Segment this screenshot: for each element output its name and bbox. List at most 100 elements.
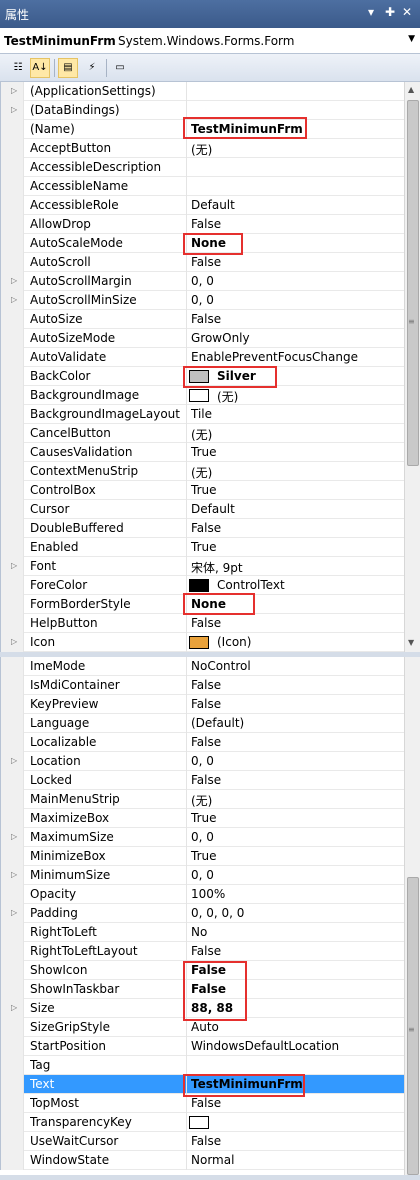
pin-icon[interactable]: ✚ [385, 5, 395, 19]
property-row-size[interactable]: ▷ Size 88, 88 [1, 999, 404, 1018]
property-row-enabled[interactable]: Enabled True [1, 538, 404, 557]
property-row-localizable[interactable]: Localizable False [1, 733, 404, 752]
property-row-help-button[interactable]: HelpButton False [1, 614, 404, 633]
scroll-down-icon[interactable]: ▼ [408, 638, 414, 647]
property-row-padding[interactable]: ▷ Padding 0, 0, 0, 0 [1, 904, 404, 923]
property-row-use-wait-cursor[interactable]: UseWaitCursor False [1, 1132, 404, 1151]
property-value[interactable]: False [191, 255, 221, 269]
property-row-auto-validate[interactable]: AutoValidate EnablePreventFocusChange [1, 348, 404, 367]
chevron-down-icon[interactable]: ▼ [408, 34, 415, 44]
property-value[interactable]: 0, 0 [191, 868, 214, 882]
expand-icon[interactable]: ▷ [11, 756, 17, 765]
property-value[interactable]: False [191, 312, 221, 326]
property-value[interactable]: False [191, 944, 221, 958]
property-row-font[interactable]: ▷ Font 宋体, 9pt [1, 557, 404, 576]
property-row-double-buffered[interactable]: DoubleBuffered False [1, 519, 404, 538]
property-value[interactable]: False [191, 1134, 221, 1148]
property-row-show-icon[interactable]: ShowIcon False [1, 961, 404, 980]
property-row-locked[interactable]: Locked False [1, 771, 404, 790]
property-value[interactable]: (Icon) [217, 635, 251, 649]
property-row-start-position[interactable]: StartPosition WindowsDefaultLocation [1, 1037, 404, 1056]
property-row-accessible-role[interactable]: AccessibleRole Default [1, 196, 404, 215]
expand-icon[interactable]: ▷ [11, 832, 17, 841]
property-value[interactable]: EnablePreventFocusChange [191, 350, 358, 364]
property-value[interactable]: 0, 0 [191, 754, 214, 768]
property-value[interactable]: False [191, 616, 221, 630]
property-value[interactable]: (无) [191, 141, 212, 158]
window-menu-icon[interactable]: ▾ [368, 5, 374, 19]
property-value[interactable]: 宋体, 9pt [191, 559, 243, 576]
properties-icon[interactable]: ▤ [58, 58, 78, 78]
property-value[interactable]: False [191, 217, 221, 231]
property-row-form-border-style[interactable]: FormBorderStyle None [1, 595, 404, 614]
property-value[interactable]: None [191, 236, 226, 250]
property-value[interactable]: Silver [217, 369, 256, 383]
property-row-size-grip-style[interactable]: SizeGripStyle Auto [1, 1018, 404, 1037]
events-icon[interactable]: ⚡ [82, 58, 102, 78]
property-value[interactable]: Tile [191, 407, 212, 421]
property-value[interactable]: TestMinimunFrm [191, 1077, 303, 1091]
property-row-auto-size-mode[interactable]: AutoSizeMode GrowOnly [1, 329, 404, 348]
property-value[interactable]: TestMinimunFrm [191, 122, 303, 136]
property-value[interactable]: 0, 0 [191, 830, 214, 844]
property-value[interactable]: False [191, 1096, 221, 1110]
expand-icon[interactable]: ▷ [11, 86, 17, 95]
property-value[interactable]: (无) [191, 426, 212, 443]
property-value[interactable]: True [191, 849, 217, 863]
property-row-tag[interactable]: Tag [1, 1056, 404, 1075]
property-row-opacity[interactable]: Opacity 100% [1, 885, 404, 904]
property-value[interactable]: 0, 0 [191, 293, 214, 307]
property-row-auto-scroll[interactable]: AutoScroll False [1, 253, 404, 272]
property-row-maximize-box[interactable]: MaximizeBox True [1, 809, 404, 828]
property-value[interactable]: 0, 0 [191, 274, 214, 288]
property-row-location[interactable]: ▷ Location 0, 0 [1, 752, 404, 771]
property-value[interactable]: (Default) [191, 716, 244, 730]
expand-icon[interactable]: ▷ [11, 276, 17, 285]
property-row-context-menu-strip[interactable]: ContextMenuStrip (无) [1, 462, 404, 481]
property-row-right-to-left-layout[interactable]: RightToLeftLayout False [1, 942, 404, 961]
property-row-icon[interactable]: ▷ Icon (Icon) [1, 633, 404, 652]
property-row-minimum-size[interactable]: ▷ MinimumSize 0, 0 [1, 866, 404, 885]
property-row-fore-color[interactable]: ForeColor ControlText [1, 576, 404, 595]
property-pages-icon[interactable]: ▭ [110, 58, 130, 78]
property-value[interactable]: Default [191, 502, 235, 516]
property-row-transparency-key[interactable]: TransparencyKey [1, 1113, 404, 1132]
property-value[interactable]: No [191, 925, 207, 939]
property-value[interactable]: 88, 88 [191, 1001, 233, 1015]
property-row-control-box[interactable]: ControlBox True [1, 481, 404, 500]
property-row-maximum-size[interactable]: ▷ MaximumSize 0, 0 [1, 828, 404, 847]
property-value[interactable]: Default [191, 198, 235, 212]
expand-icon[interactable]: ▷ [11, 1003, 17, 1012]
property-value[interactable]: Auto [191, 1020, 219, 1034]
property-row-auto-scroll-min-size[interactable]: ▷ AutoScrollMinSize 0, 0 [1, 291, 404, 310]
property-value[interactable]: GrowOnly [191, 331, 250, 345]
property-value[interactable]: False [191, 735, 221, 749]
property-row-accessible-description[interactable]: AccessibleDescription [1, 158, 404, 177]
scrollbar-bottom[interactable]: ≡ [404, 657, 420, 1175]
property-value[interactable]: True [191, 445, 217, 459]
scroll-thumb[interactable] [407, 100, 419, 466]
property-row-accessible-name[interactable]: AccessibleName [1, 177, 404, 196]
categorized-icon[interactable]: ☷ [8, 58, 28, 78]
property-row-auto-scroll-margin[interactable]: ▷ AutoScrollMargin 0, 0 [1, 272, 404, 291]
expand-icon[interactable]: ▷ [11, 637, 17, 646]
property-row-window-state[interactable]: WindowState Normal [1, 1151, 404, 1170]
property-value[interactable]: 0, 0, 0, 0 [191, 906, 244, 920]
property-value[interactable]: True [191, 483, 217, 497]
expand-icon[interactable]: ▷ [11, 105, 17, 114]
expand-icon[interactable]: ▷ [11, 908, 17, 917]
property-row-language[interactable]: Language (Default) [1, 714, 404, 733]
property-row-text[interactable]: Text TestMinimunFrm [1, 1075, 404, 1094]
scrollbar-top[interactable]: ▲ ≡ ▼ [404, 82, 420, 652]
property-value[interactable]: False [191, 697, 221, 711]
property-value[interactable]: (无) [191, 792, 212, 809]
property-row-ime-mode[interactable]: ImeMode NoControl [1, 657, 404, 676]
property-value[interactable]: (无) [217, 388, 238, 405]
property-value[interactable]: None [191, 597, 226, 611]
property-row-minimize-box[interactable]: MinimizeBox True [1, 847, 404, 866]
property-row-application-settings[interactable]: ▷ (ApplicationSettings) [1, 82, 404, 101]
property-row-right-to-left[interactable]: RightToLeft No [1, 923, 404, 942]
property-value[interactable]: ControlText [217, 578, 285, 592]
property-row-show-in-taskbar[interactable]: ShowInTaskbar False [1, 980, 404, 999]
property-row-main-menu-strip[interactable]: MainMenuStrip (无) [1, 790, 404, 809]
